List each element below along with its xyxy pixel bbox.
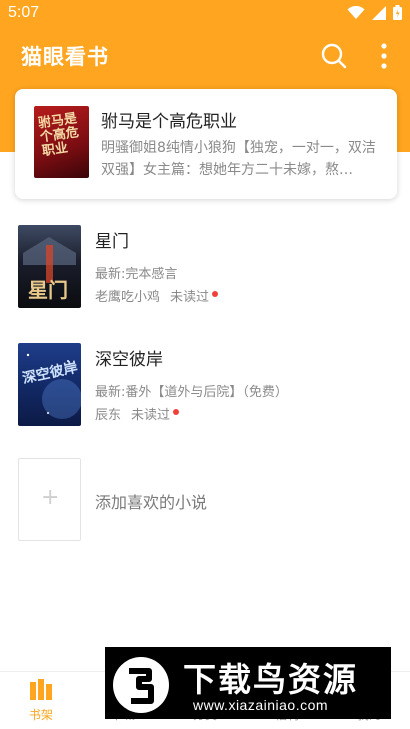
featured-cover-text: 驸马是个高危职业 <box>37 111 80 160</box>
featured-book-desc: 明骚御姐8纯情小狼狗【独宠，一对一，双洁双强】女主篇：想她年方二十未嫁，熬… <box>101 140 376 178</box>
status-icons <box>347 5 402 20</box>
book-title: 深空彼岸 <box>95 350 163 370</box>
svg-text:星门: 星门 <box>28 278 68 302</box>
add-book-label[interactable]: 添加喜欢的小说 <box>95 489 207 513</box>
featured-book-cover: 驸马是个高危职业 <box>34 106 89 178</box>
status-time: 5:07 <box>8 4 40 21</box>
watermark-overlay: 下载鸟资源 www.xiazainiao.com <box>105 647 391 719</box>
book-cover: 深空彼岸 <box>18 343 81 426</box>
book-latest-chapter: 最新:完本感言 <box>95 267 178 282</box>
watermark-main-text: 下载鸟资源 <box>183 660 358 699</box>
unread-dot <box>173 408 180 415</box>
cover-art: 深空彼岸 <box>21 353 81 419</box>
book-read-status: 未读过 <box>170 290 210 305</box>
search-icon <box>321 43 347 69</box>
book-item[interactable]: 深空彼岸 深空彼岸 最新:番外【道外与后院】（免费） 辰东 未读过 <box>0 343 410 429</box>
featured-book-title: 驸马是个高危职业 <box>101 112 237 132</box>
battery-icon <box>393 5 402 20</box>
app-bar: 猫眼看书 <box>0 28 410 84</box>
book-author: 老鹰吃小鸡 <box>95 290 161 305</box>
book-cover: 星门 <box>18 225 81 308</box>
featured-book-card[interactable]: 驸马是个高危职业 驸马是个高危职业 明骚御姐8纯情小狼狗【独宠，一对一，双洁双强… <box>15 89 397 199</box>
more-button[interactable] <box>372 40 396 72</box>
book-title: 星门 <box>95 232 129 252</box>
book-latest-chapter: 最新:番外【道外与后院】（免费） <box>95 385 288 400</box>
signal-icon <box>372 5 386 20</box>
search-button[interactable] <box>320 42 348 70</box>
unread-dot <box>212 290 219 297</box>
bookshelf-icon <box>30 679 52 700</box>
book-item[interactable]: 星门 星门 最新:完本感言 老鹰吃小鸡 未读过 <box>0 225 410 311</box>
book-meta: 老鹰吃小鸡 未读过 <box>95 286 219 305</box>
wifi-icon <box>347 5 365 19</box>
cover-art: 星门 <box>23 237 76 302</box>
book-author: 辰东 <box>95 408 122 423</box>
watermark-url: www.xiazainiao.com <box>193 697 329 713</box>
nav-label: 书架 <box>28 708 53 722</box>
book-meta: 辰东 未读过 <box>95 404 180 423</box>
more-vert-icon <box>381 43 387 69</box>
watermark-logo-icon <box>113 657 169 713</box>
nav-item-bookshelf[interactable]: 书架 <box>6 678 76 723</box>
app-title: 猫眼看书 <box>21 45 109 69</box>
status-bar: 5:07 <box>0 0 410 28</box>
plus-icon: + <box>41 485 60 510</box>
book-read-status: 未读过 <box>131 408 171 423</box>
add-book-button[interactable]: + <box>18 458 81 541</box>
